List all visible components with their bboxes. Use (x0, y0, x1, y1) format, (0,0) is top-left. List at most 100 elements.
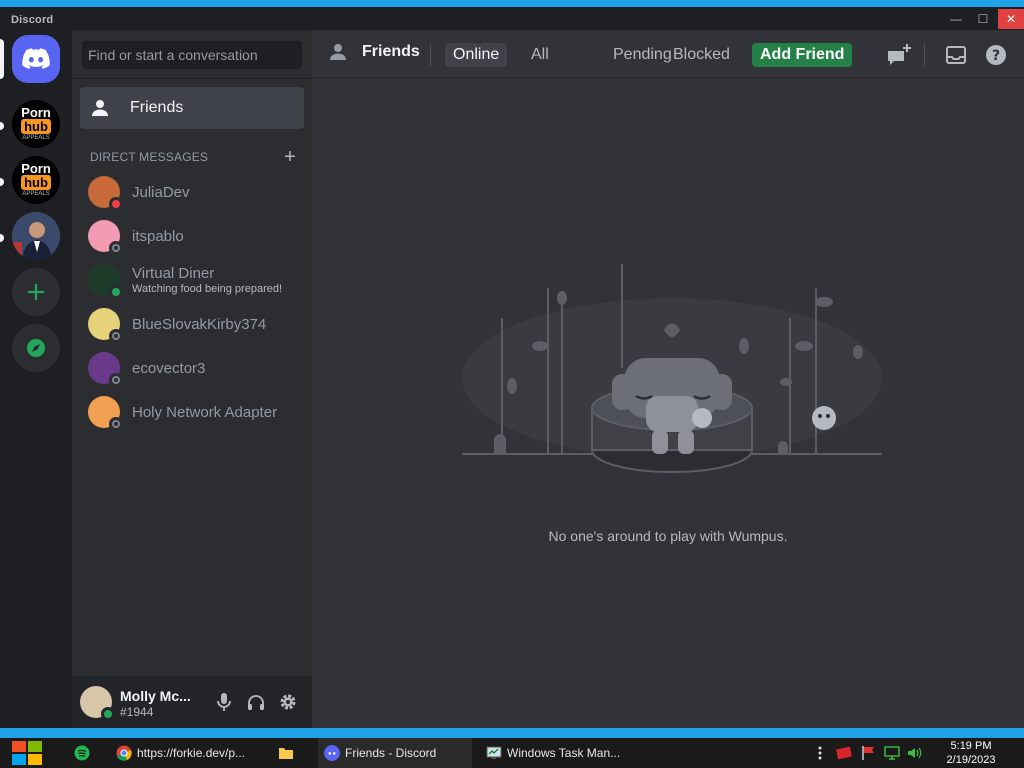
dm-name: ecovector3 (132, 359, 206, 377)
tab-online[interactable]: Online (445, 43, 508, 67)
clock-date: 2/19/2023 (946, 754, 996, 766)
dm-item[interactable]: itspablo (80, 215, 304, 257)
flag-icon[interactable] (860, 745, 876, 761)
dm-header-label: DIRECT MESSAGES (90, 150, 209, 164)
friends-label: Friends (130, 99, 184, 116)
home-button[interactable] (12, 35, 60, 83)
status-online-icon (101, 707, 115, 721)
mute-button[interactable] (212, 690, 236, 714)
create-dm-button[interactable]: + (284, 146, 296, 169)
taskbar-accent-strip (0, 728, 1024, 738)
windows-start-icon[interactable] (10, 740, 44, 766)
portrait-avatar (12, 212, 60, 260)
window-titlebar: Discord — ☐ ✕ (0, 0, 1024, 30)
tab-all[interactable]: All (523, 43, 557, 67)
dm-item[interactable]: Holy Network Adapter (80, 391, 304, 433)
task-manager-icon (486, 746, 502, 759)
help-icon: ? (986, 45, 1006, 65)
inbox-button[interactable] (943, 42, 969, 68)
server-icon-appeals-1[interactable]: Porn hub APPEALS (12, 100, 60, 148)
friends-icon (92, 99, 114, 116)
discord-logo-icon (324, 745, 340, 761)
taskbar-item-label: Friends - Discord (345, 746, 437, 760)
compass-icon (27, 339, 45, 357)
taskbar-item-label: Windows Task Man... (507, 746, 621, 760)
help-button[interactable]: ? (983, 42, 1009, 68)
overflow-menu-icon[interactable] (812, 745, 828, 761)
status-dnd-icon (109, 197, 123, 211)
wumpus-sleeping-illustration (462, 264, 882, 473)
volume-icon[interactable] (906, 745, 922, 761)
taskbar-item-discord[interactable]: Friends - Discord (318, 738, 472, 768)
search-input[interactable]: Find or start a conversation (82, 41, 302, 69)
dm-item[interactable]: JuliaDev (80, 171, 304, 213)
microphone-icon (217, 693, 231, 711)
avatar (88, 396, 123, 431)
server-icon-appeals-2[interactable]: Porn hub APPEALS (12, 156, 60, 204)
status-offline-icon (109, 417, 123, 431)
dm-name: Virtual Diner (132, 265, 215, 282)
user-avatar[interactable] (80, 686, 115, 721)
avatar (88, 264, 123, 299)
taskbar-item-explorer[interactable] (272, 738, 304, 768)
sidebar-item-friends[interactable]: Friends (80, 87, 304, 129)
close-button[interactable]: ✕ (998, 9, 1024, 29)
spotify-icon[interactable] (74, 745, 90, 761)
deafen-button[interactable] (244, 690, 268, 714)
headphones-icon (248, 695, 264, 710)
sidebar-divider (72, 78, 312, 79)
avatar (88, 176, 123, 211)
taskbar-item-chrome[interactable]: https://forkie.dev/p... (110, 738, 260, 768)
server-logo-small: APPEALS (22, 135, 50, 141)
empty-state-text: No one's around to play with Wumpus. (548, 528, 788, 544)
dm-header: DIRECT MESSAGES + (90, 146, 296, 168)
server-logo-small: APPEALS (22, 191, 50, 197)
selected-pill (0, 39, 4, 79)
server-logo-box: hub (21, 175, 51, 190)
dm-item[interactable]: ecovector3 (80, 347, 304, 389)
tray-app-icon[interactable] (836, 745, 852, 761)
dm-item[interactable]: BlueSlovakKirby374 (80, 303, 304, 345)
main-content: Friends Online All Pending Blocked Add F… (312, 30, 1024, 728)
explore-servers-button[interactable] (12, 324, 60, 372)
server-logo-box: hub (21, 119, 51, 134)
unread-pill (0, 178, 4, 186)
friends-topbar: Friends Online All Pending Blocked Add F… (312, 30, 1024, 78)
friends-icon (330, 44, 346, 60)
add-friend-button[interactable]: Add Friend (752, 43, 853, 67)
dm-sidebar: Find or start a conversation Friends DIR… (72, 30, 312, 728)
svg-text:?: ? (992, 48, 1000, 64)
taskbar-item-label: https://forkie.dev/p... (137, 746, 246, 760)
user-settings-button[interactable] (276, 690, 300, 714)
status-online-icon (109, 285, 123, 299)
chrome-icon (116, 745, 132, 761)
folder-icon (279, 748, 293, 759)
avatar (88, 308, 123, 343)
add-server-button[interactable] (12, 268, 60, 316)
user-panel: Molly Mc... #1944 (72, 676, 312, 728)
avatar (88, 352, 123, 387)
dm-item[interactable]: Virtual Diner Watching food being prepar… (80, 259, 304, 301)
new-group-dm-button[interactable] (886, 42, 912, 68)
server-icon-portrait[interactable] (12, 212, 60, 260)
dm-activity: Watching food being prepared! (132, 283, 283, 295)
server-logo-text: Porn (21, 105, 51, 120)
gear-icon (280, 694, 296, 710)
avatar (88, 220, 123, 255)
discord-logo-icon (22, 48, 50, 69)
dm-name: Holy Network Adapter (132, 403, 278, 421)
network-icon[interactable] (884, 745, 900, 761)
maximize-button[interactable]: ☐ (970, 9, 996, 29)
new-group-dm-icon (888, 44, 911, 65)
minimize-button[interactable]: — (943, 9, 969, 29)
taskbar-clock[interactable]: 5:19 PM 2/19/2023 (934, 739, 1008, 767)
window-title: Discord (11, 14, 54, 26)
server-logo-text: Porn (21, 161, 51, 176)
tab-blocked[interactable]: Blocked (665, 43, 738, 67)
dm-name: itspablo (132, 227, 184, 245)
dm-name: JuliaDev (132, 183, 190, 201)
plus-icon (28, 284, 44, 300)
status-offline-icon (109, 329, 123, 343)
unread-pill (0, 122, 4, 130)
taskbar-item-task-manager[interactable]: Windows Task Man... (480, 738, 630, 768)
